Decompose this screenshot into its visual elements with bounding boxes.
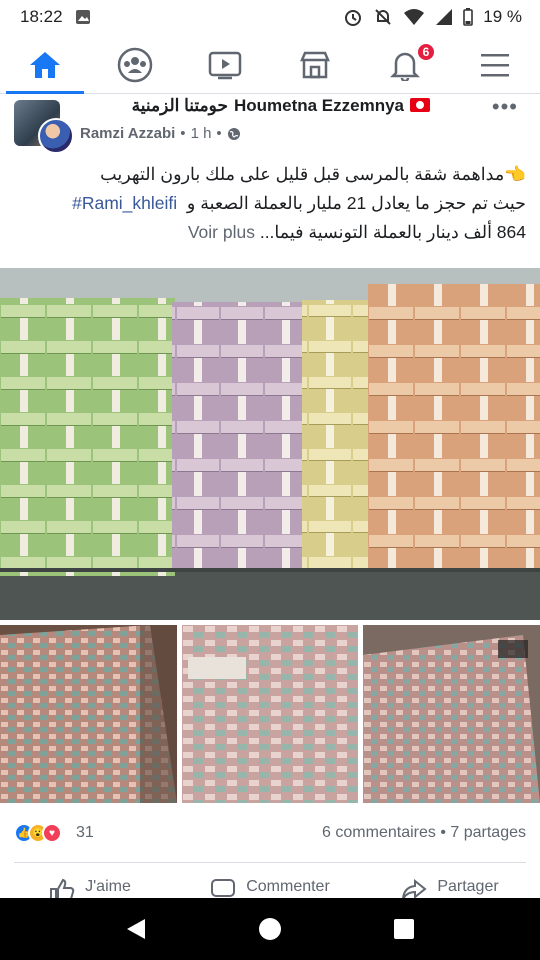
divider [14,862,526,863]
cash-stacks-image [0,268,540,620]
engagement-summary: 6 commentaires • 7 partages [322,824,526,842]
groups-icon [117,47,153,82]
reaction-icons[interactable]: 👍 😮 ♥ [14,823,62,843]
meta-separator-2: • [216,125,222,142]
system-nav-bar [0,898,540,960]
top-nav: 6 [0,36,540,94]
mute-icon [375,9,391,25]
wifi-icon [404,9,425,25]
photo-thumbnail-2[interactable] [182,625,358,803]
status-bar: 18:22 19 % [0,0,540,34]
share-label: Partager [437,878,499,895]
thumbs-up-icon [50,878,75,898]
nav-watch[interactable] [180,36,270,93]
post-text-line-2-text: حيث تم حجز ما يعادل 21 مليار بالعملة الص… [186,193,526,213]
photo-thumbnail-3[interactable] [363,625,540,803]
cash-pile-image-2 [363,625,540,803]
nav-marketplace[interactable] [270,36,360,93]
tunisia-flag-icon [410,98,430,112]
more-options-icon[interactable]: ••• [492,94,518,120]
nav-menu[interactable] [450,36,540,93]
group-name[interactable]: حومتنا الزمنية [132,96,228,115]
post-time[interactable]: 1 h [191,125,212,142]
photo-thumbnail-1[interactable] [0,625,177,803]
see-more-link[interactable]: Voir plus [188,222,255,242]
love-reaction-icon: ♥ [42,823,62,843]
back-icon[interactable] [125,917,147,941]
cash-pile-image [0,625,177,803]
cash-bundles-image [182,625,358,803]
status-time: 18:22 [20,7,63,26]
hashtag-link[interactable]: #Rami_khleifi [72,193,177,213]
post-actions: J'aime Commenter Partager [0,872,540,898]
globe-icon [227,127,240,140]
summary-dot: • [440,824,446,841]
post-text-line-2: حيث تم حجز ما يعادل 21 مليار بالعملة الص… [14,189,526,218]
comments-count[interactable]: 6 commentaires [322,824,436,841]
nav-home[interactable] [0,36,90,94]
meta-separator: • [180,125,186,142]
video-icon [208,51,242,79]
shares-count[interactable]: 7 partages [450,824,526,841]
page-name[interactable]: Houmetna Ezzemnya [234,96,404,115]
post-meta: Ramzi Azzabi • 1 h • [80,125,241,142]
like-button[interactable]: J'aime [0,872,180,898]
post-text-line-3: 864 ألف دينار بالعملة التونسية فيما... V… [14,218,526,247]
alarm-icon [345,10,362,26]
home-icon [30,51,60,78]
comment-icon [211,879,236,897]
battery-level: 19 % [483,7,522,26]
home-circle-icon[interactable] [258,917,282,941]
share-button[interactable]: Partager [360,872,540,898]
hamburger-icon [481,53,509,76]
nav-groups[interactable] [90,36,180,93]
nav-notifications[interactable]: 6 [360,36,450,93]
author-name[interactable]: Ramzi Azzabi [80,125,175,142]
comment-button[interactable]: Commenter [180,872,360,898]
post-title[interactable]: حومتنا الزمنية Houmetna Ezzemnya [132,96,430,116]
recents-icon[interactable] [393,918,415,940]
shop-icon [300,51,330,78]
signal-icon [436,9,453,25]
main-photo[interactable] [0,268,540,620]
share-icon [402,878,427,898]
like-label: J'aime [85,878,131,895]
avatar-group[interactable] [14,100,74,154]
reaction-count[interactable]: 31 [76,824,94,842]
post-header: حومتنا الزمنية Houmetna Ezzemnya Ramzi Az… [0,94,540,156]
battery-icon [463,8,474,26]
post-body: 👈مداهمة شقة بالمرسى قبل قليل على ملك بار… [14,160,526,247]
user-avatar[interactable] [38,118,74,154]
post-text-line-3-text: 864 ألف دينار بالعملة التونسية فيما... [259,222,526,242]
reactions-bar: 👍 😮 ♥ 31 6 commentaires • 7 partages [14,818,526,848]
notification-badge: 6 [416,42,436,62]
post-text-line-1: 👈مداهمة شقة بالمرسى قبل قليل على ملك بار… [100,164,526,184]
comment-label: Commenter [246,878,330,895]
image-icon [75,10,90,24]
